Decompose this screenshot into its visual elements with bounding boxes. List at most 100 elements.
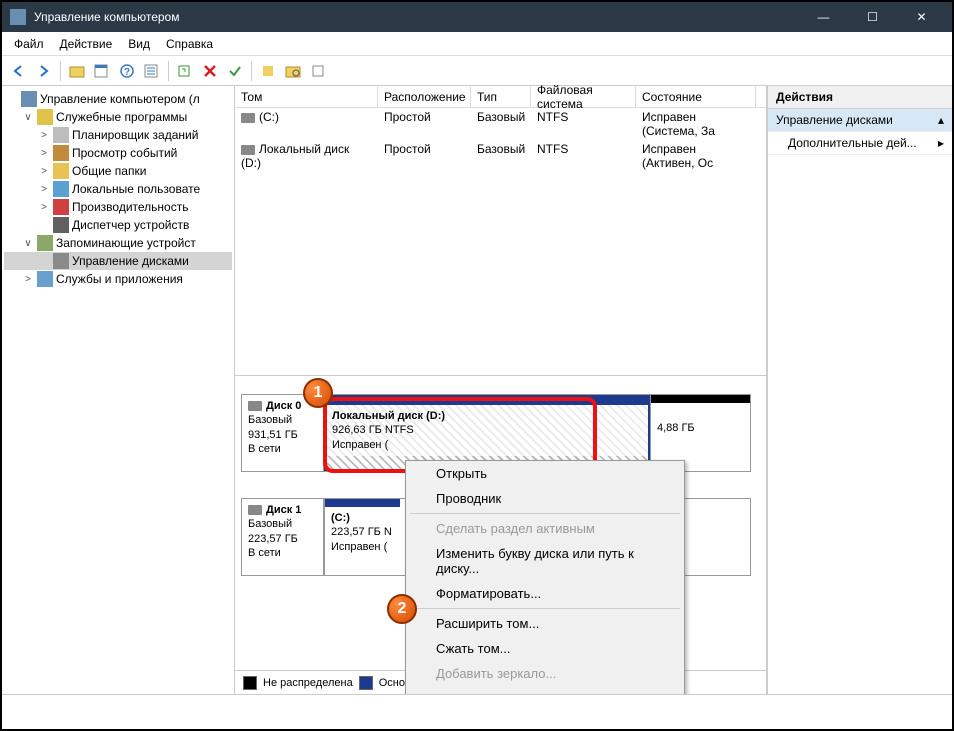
disk-graphic-panel: Диск 0 Базовый 931,51 ГБ В сети Локальны… (235, 376, 766, 694)
tree-item-label: Запоминающие устройст (56, 236, 196, 250)
disk-icon (248, 401, 262, 411)
actions-disk-mgmt[interactable]: Управление дисками ▴ (768, 109, 952, 132)
context-menu-item[interactable]: Изменить букву диска или путь к диску... (406, 541, 684, 581)
tool-folder-icon[interactable] (66, 60, 88, 82)
chevron-right-icon: ▸ (938, 136, 944, 150)
tree-node-icon (53, 163, 69, 179)
context-menu-item[interactable]: Расширить том... (406, 611, 684, 636)
tool-props-icon[interactable] (91, 60, 113, 82)
partition-d-name: Локальный диск (D:) (332, 410, 445, 422)
tree-item[interactable]: > Общие папки (4, 162, 232, 180)
statusbar (2, 694, 952, 705)
context-menu-item[interactable]: Удалить том... (406, 686, 684, 694)
volume-cell: Простой (378, 141, 471, 171)
unallocated-size: 4,88 ГБ (657, 422, 695, 434)
partition-d-status: Исправен ( (332, 439, 388, 451)
legend-unalloc-label: Не распределена (263, 677, 353, 689)
tree-item[interactable]: > Просмотр событий (4, 144, 232, 162)
tree-toggle-icon[interactable]: > (38, 130, 50, 141)
forward-button[interactable] (33, 60, 55, 82)
tree-node-icon (53, 145, 69, 161)
maximize-button[interactable]: ☐ (850, 3, 895, 31)
nav-tree[interactable]: Управление компьютером (л ∨Служебные прог… (2, 86, 235, 694)
tree-item[interactable]: ∨ Запоминающие устройст (4, 234, 232, 252)
menu-view[interactable]: Вид (120, 35, 158, 53)
context-menu-item[interactable]: Открыть (406, 461, 684, 486)
menu-file[interactable]: Файл (6, 35, 52, 53)
badge-2: 2 (387, 594, 417, 624)
back-button[interactable] (8, 60, 30, 82)
context-menu-item[interactable]: Проводник (406, 486, 684, 511)
tool-settings-icon[interactable] (307, 60, 329, 82)
tree-node-icon (53, 253, 69, 269)
disk1-partition-c[interactable]: (C:) 223,57 ГБ N Исправен ( (324, 499, 400, 575)
tree-item[interactable]: Управление дисками (4, 252, 232, 270)
tree-toggle-icon[interactable]: > (38, 184, 50, 195)
disk0-status: В сети (248, 443, 281, 455)
tree-item[interactable]: ∨Служебные программы (4, 108, 232, 126)
tree-item[interactable]: > Локальные пользовате (4, 180, 232, 198)
tree-node-icon (53, 199, 69, 215)
column-header[interactable]: Файловая система (531, 86, 636, 107)
tool-list-icon[interactable] (141, 60, 163, 82)
tree-toggle-icon[interactable]: ∨ (22, 238, 34, 249)
tree-item-label: Локальные пользовате (72, 182, 200, 196)
tool-delete-icon[interactable] (199, 60, 221, 82)
tool-refresh-icon[interactable] (174, 60, 196, 82)
center-panel: ТомРасположениеТипФайловая системаСостоя… (235, 86, 767, 694)
tree-item[interactable]: >Производительность (4, 198, 232, 216)
context-menu-item[interactable]: Сжать том... (406, 636, 684, 661)
tree-item[interactable]: Управление компьютером (л (4, 90, 232, 108)
volume-list[interactable]: ТомРасположениеТипФайловая системаСостоя… (235, 86, 766, 376)
legend-primary-icon (359, 676, 373, 690)
tree-item[interactable]: >Планировщик заданий (4, 126, 232, 144)
tree-toggle-icon[interactable]: > (22, 274, 34, 285)
column-header[interactable]: Тип (471, 86, 531, 107)
menu-action[interactable]: Действие (52, 35, 121, 53)
badge-1: 1 (303, 378, 333, 408)
disk1-size: 223,57 ГБ (248, 533, 298, 545)
tool-help-icon[interactable]: ? (116, 60, 138, 82)
minimize-button[interactable]: — (801, 3, 846, 31)
partition-c-name: (C:) (331, 512, 350, 524)
column-header[interactable]: Состояние (636, 86, 756, 107)
tool-explore-icon[interactable] (282, 60, 304, 82)
close-button[interactable]: ✕ (899, 3, 944, 31)
toolbar: ? (2, 56, 952, 86)
tool-check-icon[interactable] (224, 60, 246, 82)
tree-item-label: Просмотр событий (72, 146, 177, 160)
tree-item[interactable]: >Службы и приложения (4, 270, 232, 288)
volume-cell: Простой (378, 109, 471, 139)
context-menu: ОткрытьПроводник Сделать раздел активнымИ… (405, 460, 685, 694)
partition-c-size: 223,57 ГБ N (331, 526, 392, 538)
tree-toggle-icon[interactable]: > (38, 166, 50, 177)
tool-new-icon[interactable] (257, 60, 279, 82)
volume-cell: NTFS (531, 141, 636, 171)
legend-unalloc-icon (243, 676, 257, 690)
partition-d-size: 926,63 ГБ NTFS (332, 424, 414, 436)
menu-help[interactable]: Справка (158, 35, 221, 53)
column-header[interactable]: Расположение (378, 86, 471, 107)
actions-more[interactable]: Дополнительные дей... ▸ (768, 132, 952, 155)
context-menu-item[interactable]: Форматировать... (406, 581, 684, 606)
volume-cell: Базовый (471, 109, 531, 139)
actions-disk-mgmt-label: Управление дисками (776, 113, 893, 127)
column-header[interactable]: Том (235, 86, 378, 107)
tree-item-label: Общие папки (72, 164, 146, 178)
volume-row[interactable]: Локальный диск (D:)ПростойБазовыйNTFSИсп… (235, 140, 766, 172)
tree-node-icon (21, 91, 37, 107)
tree-item[interactable]: Диспетчер устройств (4, 216, 232, 234)
context-menu-item: Сделать раздел активным (406, 516, 684, 541)
tree-toggle-icon[interactable]: > (38, 202, 50, 213)
tree-toggle-icon[interactable]: > (38, 148, 50, 159)
tree-toggle-icon[interactable]: ∨ (22, 112, 34, 123)
disk1-name: Диск 1 (266, 504, 301, 516)
tree-item-label: Управление компьютером (л (40, 92, 200, 106)
volume-row[interactable]: (C:)ПростойБазовыйNTFSИсправен (Система,… (235, 108, 766, 140)
tree-node-icon (37, 271, 53, 287)
menubar: Файл Действие Вид Справка (2, 32, 952, 56)
tree-node-icon (53, 127, 69, 143)
disk0-size: 931,51 ГБ (248, 429, 298, 441)
disk1-info[interactable]: Диск 1 Базовый 223,57 ГБ В сети (242, 499, 324, 575)
app-icon (10, 9, 26, 25)
